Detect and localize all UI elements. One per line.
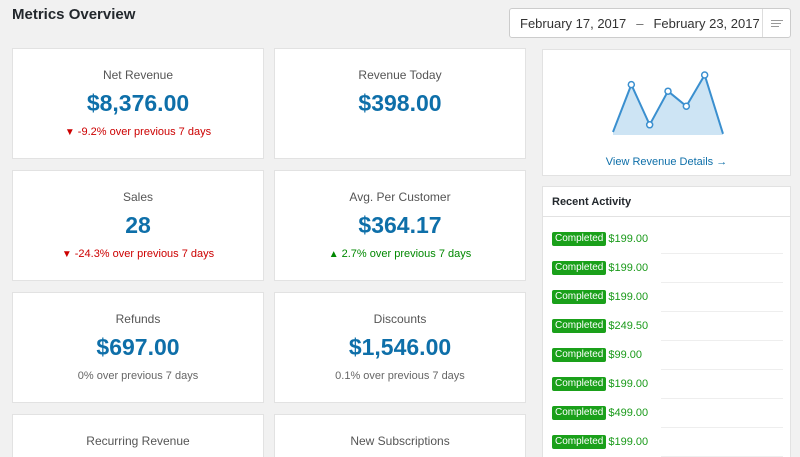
status-badge: Completed xyxy=(552,290,607,304)
status-badge: Completed xyxy=(552,406,607,420)
row-divider xyxy=(661,253,783,254)
card-delta: 0.1% over previous 7 days xyxy=(335,370,465,382)
date-range-dates[interactable]: February 17, 2017 – February 23, 2017 xyxy=(510,16,762,31)
card-avg-per-customer: Avg. Per Customer $364.17 ▲ 2.7% over pre… xyxy=(274,170,526,281)
card-label: Revenue Today xyxy=(358,68,442,82)
card-delta: ▲ 2.7% over previous 7 days xyxy=(328,248,472,260)
view-revenue-details-link[interactable]: View Revenue Details → xyxy=(543,156,790,168)
recent-activity-panel: Recent Activity Completed $199.00 Complete… xyxy=(542,186,791,457)
revenue-chart xyxy=(612,71,724,135)
status-badge: Completed xyxy=(552,232,607,246)
card-delta: ▼ -9.2% over previous 7 days xyxy=(64,126,212,138)
status-badge: Completed xyxy=(552,319,607,333)
row-divider xyxy=(661,369,783,370)
chart-point[interactable] xyxy=(682,102,691,110)
activity-amount: $249.50 xyxy=(608,320,649,332)
revenue-chart-card: View Revenue Details → xyxy=(542,49,791,176)
status-badge: Completed xyxy=(552,261,607,275)
chart-point[interactable] xyxy=(700,71,709,79)
recent-activity-title: Recent Activity xyxy=(543,187,790,217)
card-label: Discounts xyxy=(373,312,427,326)
arrow-down-icon: ▼ xyxy=(61,249,72,260)
card-value: $364.17 xyxy=(358,212,442,238)
row-divider xyxy=(661,427,783,428)
card-delta: ▼ -24.3% over previous 7 days xyxy=(61,248,215,260)
activity-amount: $199.00 xyxy=(608,436,649,448)
activity-amount: $99.00 xyxy=(608,349,643,361)
card-net-revenue: Net Revenue $8,376.00 ▼ -9.2% over previo… xyxy=(12,48,264,159)
row-divider xyxy=(661,311,783,312)
card-revenue-today: Revenue Today $398.00 xyxy=(274,48,526,159)
activity-row[interactable]: Completed $249.50 xyxy=(552,319,648,333)
chart-point[interactable] xyxy=(645,121,654,129)
activity-row[interactable]: Completed $499.00 xyxy=(552,406,648,420)
card-label: Avg. Per Customer xyxy=(349,190,451,204)
page-title: Metrics Overview xyxy=(12,6,136,23)
date-range-picker[interactable]: February 17, 2017 – February 23, 2017 xyxy=(509,8,791,38)
card-new-subscriptions: New Subscriptions xyxy=(274,414,526,457)
card-value: $8,376.00 xyxy=(86,90,190,116)
date-end: February 23, 2017 xyxy=(653,15,760,31)
status-badge: Completed xyxy=(552,348,607,362)
card-label: Recurring Revenue xyxy=(86,434,190,448)
card-label: Net Revenue xyxy=(102,68,174,82)
card-label: Sales xyxy=(122,190,154,204)
card-value: $1,546.00 xyxy=(348,334,452,360)
activity-row[interactable]: Completed $199.00 xyxy=(552,261,648,275)
status-badge: Completed xyxy=(552,435,607,449)
card-value: $398.00 xyxy=(358,90,442,116)
arrow-down-icon: ▼ xyxy=(64,127,75,138)
activity-row[interactable]: Completed $99.00 xyxy=(552,348,642,362)
arrow-up-icon: ▲ xyxy=(328,249,339,260)
chart-point[interactable] xyxy=(664,87,672,95)
activity-row[interactable]: Completed $199.00 xyxy=(552,290,648,304)
row-divider xyxy=(661,340,783,341)
card-value: $697.00 xyxy=(96,334,180,360)
card-discounts: Discounts $1,546.00 0.1% over previous 7… xyxy=(274,292,526,403)
activity-amount: $199.00 xyxy=(608,378,649,390)
activity-amount: $499.00 xyxy=(608,407,649,419)
row-divider xyxy=(661,282,783,283)
card-value: 28 xyxy=(125,212,151,238)
card-label: New Subscriptions xyxy=(350,434,450,448)
card-delta: 0% over previous 7 days xyxy=(77,370,199,382)
menu-lines-icon xyxy=(770,18,783,29)
activity-row[interactable]: Completed $199.00 xyxy=(552,232,648,246)
card-label: Refunds xyxy=(115,312,161,326)
card-refunds: Refunds $697.00 0% over previous 7 days xyxy=(12,292,264,403)
filter-menu-button[interactable] xyxy=(762,9,790,37)
card-recurring-revenue: Recurring Revenue xyxy=(12,414,264,457)
activity-row[interactable]: Completed $199.00 xyxy=(552,435,648,449)
date-start: February 17, 2017 xyxy=(520,15,627,31)
status-badge: Completed xyxy=(552,377,607,391)
card-sales: Sales 28 ▼ -24.3% over previous 7 days xyxy=(12,170,264,281)
activity-row[interactable]: Completed $199.00 xyxy=(552,377,648,391)
row-divider xyxy=(661,398,783,399)
activity-amount: $199.00 xyxy=(608,233,649,245)
activity-amount: $199.00 xyxy=(608,291,649,303)
chart-point[interactable] xyxy=(627,80,636,89)
date-separator: – xyxy=(636,15,644,31)
activity-amount: $199.00 xyxy=(608,262,649,274)
